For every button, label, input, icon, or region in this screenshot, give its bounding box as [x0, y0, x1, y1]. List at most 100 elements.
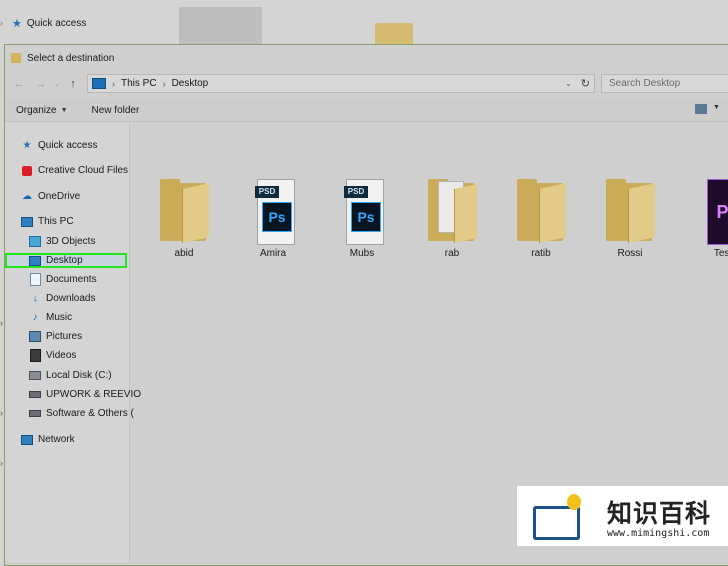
- dialog-title: Select a destination: [27, 52, 115, 64]
- breadcrumb-this-pc[interactable]: This PC: [121, 78, 157, 89]
- folder-with-documents-icon: [424, 179, 480, 245]
- nav-item-downloads[interactable]: ↓ Downloads: [29, 292, 96, 304]
- nav-item-network[interactable]: Network: [21, 434, 75, 445]
- background-quick-access[interactable]: ★ Quick access: [12, 17, 86, 30]
- breadcrumb-desktop[interactable]: Desktop: [172, 78, 209, 89]
- this-pc-icon: [92, 78, 106, 89]
- file-item-rossi[interactable]: Rossi: [590, 179, 670, 259]
- nav-label: OneDrive: [38, 191, 81, 202]
- star-icon: ★: [22, 139, 32, 151]
- file-item-mubs[interactable]: PSD Ps Mubs: [322, 179, 402, 259]
- organize-button[interactable]: Organize ▼: [16, 105, 68, 116]
- search-box[interactable]: [601, 74, 728, 93]
- nav-label: Desktop: [46, 255, 83, 266]
- nav-label: Local Disk (C:): [46, 370, 112, 381]
- nav-item-music[interactable]: ♪ Music: [29, 311, 73, 323]
- nav-item-onedrive[interactable]: ☁ OneDrive: [21, 191, 80, 202]
- nav-label: Music: [46, 312, 73, 323]
- nav-label: Quick access: [38, 140, 98, 151]
- new-folder-label: New folder: [91, 104, 140, 116]
- disk-drive-icon: [29, 389, 41, 400]
- background-selected-item[interactable]: [179, 7, 413, 51]
- nav-label: This PC: [38, 216, 74, 227]
- chevron-right-icon[interactable]: ›: [0, 18, 3, 28]
- dialog-titlebar[interactable]: Select a destination: [5, 45, 728, 71]
- download-arrow-icon: ↓: [32, 292, 38, 304]
- file-name: Amira: [259, 248, 287, 259]
- breadcrumb-separator-icon[interactable]: ›: [163, 79, 166, 89]
- chevron-right-icon: ›: [0, 408, 3, 418]
- nav-item-quick-access[interactable]: ★ Quick access: [21, 139, 98, 151]
- premiere-logo: Pr: [707, 179, 728, 245]
- address-row: ← → ⌄ ↑ › This PC › Desktop ⌄ ↻: [5, 72, 728, 96]
- nav-item-creative-cloud-files[interactable]: Creative Cloud Files: [21, 165, 128, 176]
- file-item-test[interactable]: Pr Test: [683, 179, 728, 259]
- nav-label: Network: [38, 434, 75, 445]
- nav-item-local-disk[interactable]: Local Disk (C:): [29, 370, 112, 381]
- file-item-abid[interactable]: abid: [144, 179, 224, 259]
- chevron-right-icon: ›: [0, 458, 3, 468]
- disk-drive-icon: [29, 408, 41, 419]
- file-name: rab: [444, 248, 460, 259]
- file-name: Test: [713, 248, 728, 259]
- photoshop-logo: Ps: [351, 202, 381, 232]
- folder-icon: [513, 179, 569, 245]
- video-icon: [29, 349, 41, 362]
- address-bar[interactable]: › This PC › Desktop ⌄ ↻: [87, 74, 595, 93]
- refresh-icon[interactable]: ↻: [581, 77, 590, 90]
- book-lightbulb-logo-icon: [529, 490, 593, 542]
- watermark: 知识百科 www.mimingshi.com: [517, 486, 728, 546]
- psd-badge: PSD: [344, 186, 368, 198]
- nav-label: UPWORK & REEVIO: [46, 389, 142, 400]
- nav-label: Downloads: [46, 293, 96, 304]
- computer-icon: [21, 216, 33, 227]
- cube-icon: [29, 236, 41, 247]
- up-button[interactable]: ↑: [65, 75, 81, 93]
- nav-item-this-pc[interactable]: This PC: [21, 216, 74, 227]
- nav-item-documents[interactable]: Documents: [29, 273, 97, 286]
- nav-label: Pictures: [46, 331, 83, 342]
- nav-label: Creative Cloud Files: [38, 165, 129, 176]
- nav-label: 3D Objects: [46, 236, 96, 247]
- recent-locations-button[interactable]: ⌄: [49, 75, 65, 93]
- folder-icon: [11, 53, 21, 63]
- forward-button[interactable]: →: [33, 75, 49, 93]
- file-name: Mubs: [349, 248, 375, 259]
- photoshop-file-icon: PSD Ps: [245, 179, 301, 245]
- nav-label: Software & Others (: [46, 408, 134, 419]
- organize-label: Organize: [16, 104, 57, 116]
- file-name: Rossi: [617, 248, 643, 259]
- file-name: abid: [174, 248, 194, 259]
- back-button[interactable]: ←: [11, 75, 27, 93]
- chevron-right-icon: ›: [0, 318, 3, 328]
- folder-icon: [602, 179, 658, 245]
- cloud-icon: ☁: [22, 190, 32, 202]
- file-item-ratib[interactable]: ratib: [501, 179, 581, 259]
- nav-item-videos[interactable]: Videos: [29, 349, 76, 362]
- view-options-icon[interactable]: [695, 104, 707, 114]
- nav-item-desktop[interactable]: Desktop: [29, 255, 83, 266]
- nav-item-software-drive[interactable]: Software & Others (: [29, 408, 134, 419]
- document-icon: [29, 273, 41, 286]
- address-dropdown-icon[interactable]: ⌄: [565, 79, 572, 88]
- nav-label: Documents: [46, 274, 97, 285]
- nav-item-3d-objects[interactable]: 3D Objects: [29, 236, 95, 247]
- disk-drive-icon: [29, 370, 41, 381]
- search-input[interactable]: [609, 78, 728, 89]
- nav-item-upwork-drive[interactable]: UPWORK & REEVIO: [29, 389, 141, 400]
- caret-down-icon[interactable]: ▼: [713, 104, 720, 111]
- watermark-url: www.mimingshi.com: [607, 527, 710, 539]
- photoshop-logo: Ps: [262, 202, 292, 232]
- music-note-icon: ♪: [32, 311, 38, 323]
- file-item-rab[interactable]: rab: [412, 179, 492, 259]
- premiere-file-icon: Pr: [695, 179, 728, 245]
- breadcrumb-separator-icon[interactable]: ›: [112, 79, 115, 89]
- star-icon: ★: [12, 18, 22, 30]
- photoshop-file-icon: PSD Ps: [334, 179, 390, 245]
- picture-icon: [29, 331, 41, 342]
- command-bar: Organize ▼ New folder ▼: [5, 99, 728, 122]
- desktop-icon: [29, 255, 41, 266]
- file-item-amira[interactable]: PSD Ps Amira: [233, 179, 313, 259]
- nav-item-pictures[interactable]: Pictures: [29, 331, 82, 342]
- new-folder-button[interactable]: New folder: [92, 105, 140, 116]
